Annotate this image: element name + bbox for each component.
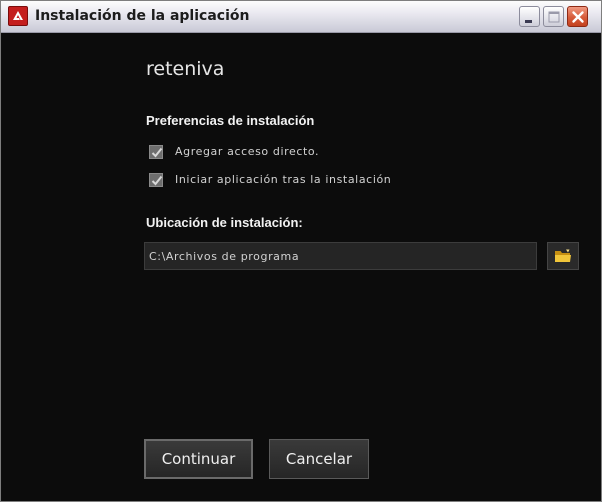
checkmark-icon xyxy=(151,147,163,158)
browse-folder-button[interactable] xyxy=(547,242,579,270)
add-shortcut-label: Agregar acceso directo. xyxy=(175,145,320,158)
close-icon xyxy=(572,11,584,23)
minimize-icon xyxy=(525,20,532,23)
install-location-heading: Ubicación de instalación: xyxy=(146,215,303,230)
close-button[interactable] xyxy=(567,6,588,27)
title-bar[interactable]: Instalación de la aplicación xyxy=(1,1,601,33)
folder-icon xyxy=(555,249,571,262)
maximize-button[interactable] xyxy=(543,6,564,27)
checkmark-icon xyxy=(151,175,163,186)
maximize-icon xyxy=(548,11,560,23)
launch-after-install-checkbox[interactable] xyxy=(149,173,163,187)
window-title: Instalación de la aplicación xyxy=(35,8,250,24)
preferences-heading: Preferencias de instalación xyxy=(146,113,315,128)
install-path-input[interactable] xyxy=(144,242,537,270)
air-app-icon xyxy=(8,6,28,26)
launch-after-install-label: Iniciar aplicación tras la instalación xyxy=(175,173,392,186)
add-shortcut-checkbox[interactable] xyxy=(149,145,163,159)
installer-window: Instalación de la aplicación reteniva Pr… xyxy=(0,0,602,502)
continue-button[interactable]: Continuar xyxy=(144,439,253,479)
minimize-button[interactable] xyxy=(519,6,540,27)
application-name: reteniva xyxy=(146,58,225,80)
cancel-button[interactable]: Cancelar xyxy=(269,439,369,479)
